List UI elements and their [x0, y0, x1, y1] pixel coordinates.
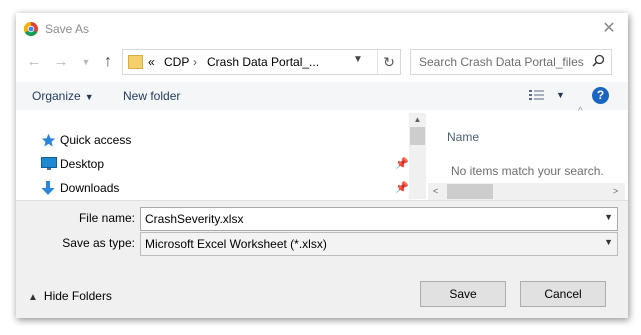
organize-label: Organize	[32, 89, 81, 103]
search-input[interactable]: Search Crash Data Portal_files	[410, 49, 612, 75]
scroll-right-icon[interactable]: >	[613, 186, 618, 196]
file-name-field[interactable]: CrashSeverity.xlsx ▼	[140, 207, 618, 231]
folder-icon	[128, 55, 143, 69]
breadcrumb-overflow[interactable]: «	[148, 55, 155, 69]
help-icon[interactable]: ?	[592, 87, 609, 104]
chevron-down-icon[interactable]: ▼	[604, 212, 613, 222]
chevron-down-icon[interactable]: ▼	[604, 237, 613, 247]
refresh-icon[interactable]: ↻	[377, 50, 400, 74]
search-placeholder: Search Crash Data Portal_files	[419, 55, 584, 69]
navigation-pane: Quick access Desktop 📌 Downloads 📌	[16, 113, 426, 199]
arrow-up-icon[interactable]: ↑	[98, 51, 118, 73]
new-folder-button[interactable]: New folder	[123, 89, 180, 103]
save-button[interactable]: Save	[420, 281, 506, 307]
nav-pane-scrollbar[interactable]: ▲	[409, 113, 426, 199]
search-icon	[592, 54, 605, 67]
organize-button[interactable]: Organize ▼	[32, 89, 94, 103]
cancel-button[interactable]: Cancel	[520, 281, 606, 307]
window-title: Save As	[45, 22, 90, 36]
hide-folders-button[interactable]: ▲ Hide Folders	[28, 289, 112, 303]
breadcrumb-cdp[interactable]: CDP	[164, 55, 189, 69]
chevron-up-icon: ▲	[28, 292, 38, 303]
close-icon[interactable]: ✕	[598, 18, 620, 40]
address-row: ← → ▼ ↑ « CDP › Crash Data Portal_... ▼ …	[16, 49, 628, 77]
address-bar[interactable]: « CDP › Crash Data Portal_... ▼ ↻	[122, 49, 401, 75]
dialog-footer: ▲ Hide Folders Save Cancel	[16, 261, 628, 318]
file-name-value: CrashSeverity.xlsx	[145, 212, 244, 226]
address-dropdown-icon[interactable]: ▼	[353, 54, 363, 65]
view-caret-icon[interactable]: ▼	[556, 90, 565, 100]
arrow-left-icon[interactable]: ←	[24, 51, 44, 73]
chevron-down-icon[interactable]: ▼	[76, 51, 96, 73]
save-fields: File name: CrashSeverity.xlsx ▼ Save as …	[16, 200, 628, 261]
arrow-right-icon[interactable]: →	[51, 51, 71, 73]
download-icon	[41, 181, 55, 195]
file-list-scrollbar[interactable]: < >	[428, 183, 625, 200]
save-type-select[interactable]: Microsoft Excel Worksheet (*.xlsx) ▼	[140, 232, 618, 256]
empty-list-message: No items match your search.	[451, 164, 604, 178]
nav-item-label: Downloads	[60, 181, 120, 195]
command-bar: Organize ▼ New folder ▼ ?	[16, 82, 628, 110]
scrollbar-thumb[interactable]	[410, 127, 425, 145]
caret-down-icon: ▼	[84, 92, 94, 102]
scroll-up-icon[interactable]: ▲	[409, 115, 426, 124]
title-bar: Save As ✕	[16, 13, 628, 45]
pin-icon: 📌	[395, 182, 409, 194]
nav-item-label: Quick access	[60, 133, 132, 147]
pin-icon: 📌	[395, 158, 409, 170]
save-type-value: Microsoft Excel Worksheet (*.xlsx)	[145, 237, 327, 251]
file-name-label: File name:	[78, 211, 135, 225]
sort-ascending-icon: ^	[578, 106, 583, 117]
save-type-label: Save as type:	[62, 236, 135, 250]
scroll-left-icon[interactable]: <	[433, 186, 438, 196]
column-header-name[interactable]: Name	[447, 130, 479, 144]
scrollbar-thumb[interactable]	[447, 184, 493, 199]
save-as-dialog: Save As ✕ ← → ▼ ↑ « CDP › Crash Data Por…	[16, 13, 628, 318]
desktop-icon	[41, 157, 57, 170]
hide-folders-label: Hide Folders	[43, 289, 112, 303]
breadcrumb-separator: ›	[193, 55, 197, 69]
chrome-icon	[24, 22, 38, 36]
breadcrumb-crash-data-portal[interactable]: Crash Data Portal_...	[207, 55, 319, 69]
view-options-icon[interactable]	[528, 88, 546, 102]
star-icon	[41, 133, 56, 147]
nav-item-label: Desktop	[60, 157, 105, 171]
